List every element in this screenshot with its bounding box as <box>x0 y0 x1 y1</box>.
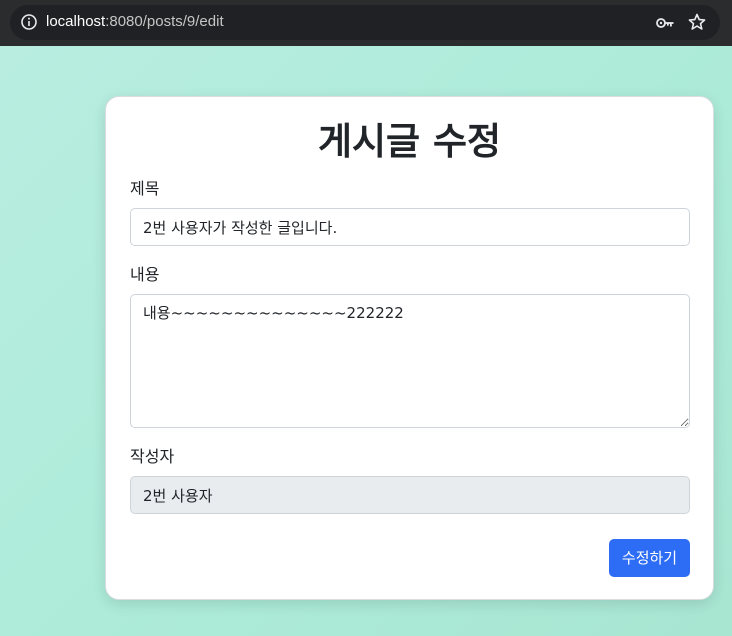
bookmark-star-icon[interactable] <box>688 13 706 31</box>
info-icon[interactable] <box>20 13 38 31</box>
edit-post-card: 게시글 수정 제목 내용 내용~~~~~~~~~~~~~~222222 작성자 … <box>105 96 714 600</box>
content-label: 내용 <box>130 265 160 284</box>
key-icon[interactable] <box>655 14 675 32</box>
author-label: 작성자 <box>130 447 175 466</box>
submit-edit-button[interactable]: 수정하기 <box>609 539 690 577</box>
url-host: localhost <box>46 13 106 30</box>
browser-toolbar: localhost:8080/posts/9/edit <box>0 0 732 46</box>
subject-input[interactable] <box>130 208 690 246</box>
address-bar[interactable]: localhost:8080/posts/9/edit <box>10 5 720 40</box>
subject-label: 제목 <box>130 179 160 198</box>
page-title: 게시글 수정 <box>317 120 502 163</box>
url-text[interactable]: localhost:8080/posts/9/edit <box>46 13 224 31</box>
content-textarea[interactable]: 내용~~~~~~~~~~~~~~222222 <box>130 294 690 428</box>
url-path: :8080/posts/9/edit <box>105 13 224 30</box>
author-input <box>130 476 690 514</box>
